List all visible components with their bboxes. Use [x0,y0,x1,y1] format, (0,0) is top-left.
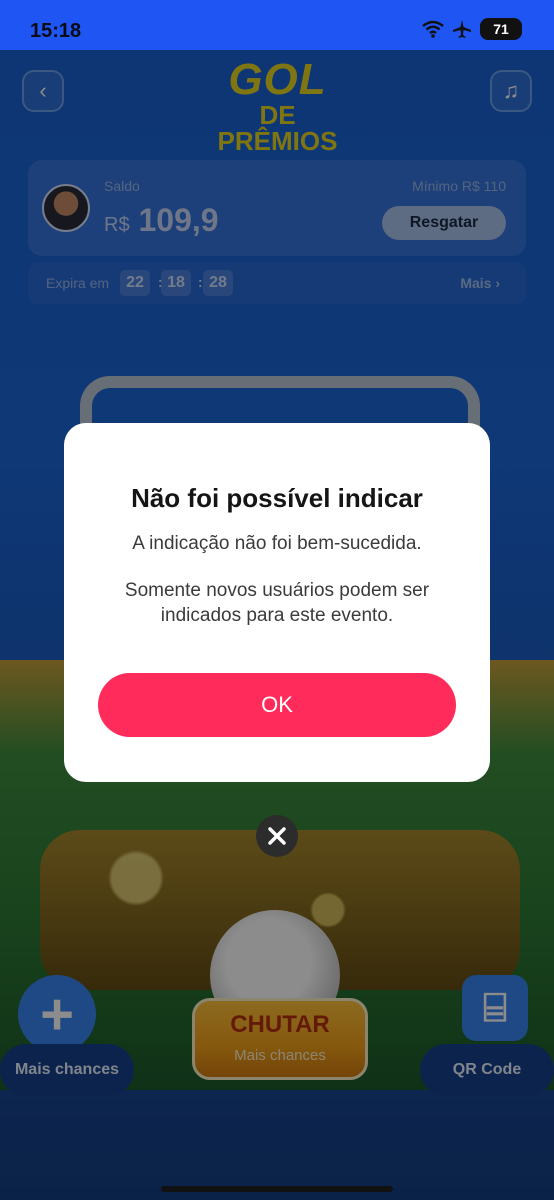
airplane-icon [453,20,471,38]
status-bar: 15:18 71 [0,0,554,50]
dialog-title: Não foi possível indicar [131,483,423,513]
home-indicator[interactable] [161,1186,393,1192]
dialog-message-detail: Somente novos usuários podem ser indicad… [124,580,430,626]
status-time: 15:18 [30,20,82,42]
close-button[interactable] [256,815,298,857]
error-dialog: Não foi possível indicar A indicação não… [64,423,490,782]
wifi-icon [422,20,444,38]
status-icons: 71 [422,18,522,40]
close-icon [268,827,286,845]
battery-indicator: 71 [480,18,522,40]
dialog-message: A indicação não foi bem-sucedida. [132,533,422,554]
ok-button[interactable]: OK [98,673,456,737]
